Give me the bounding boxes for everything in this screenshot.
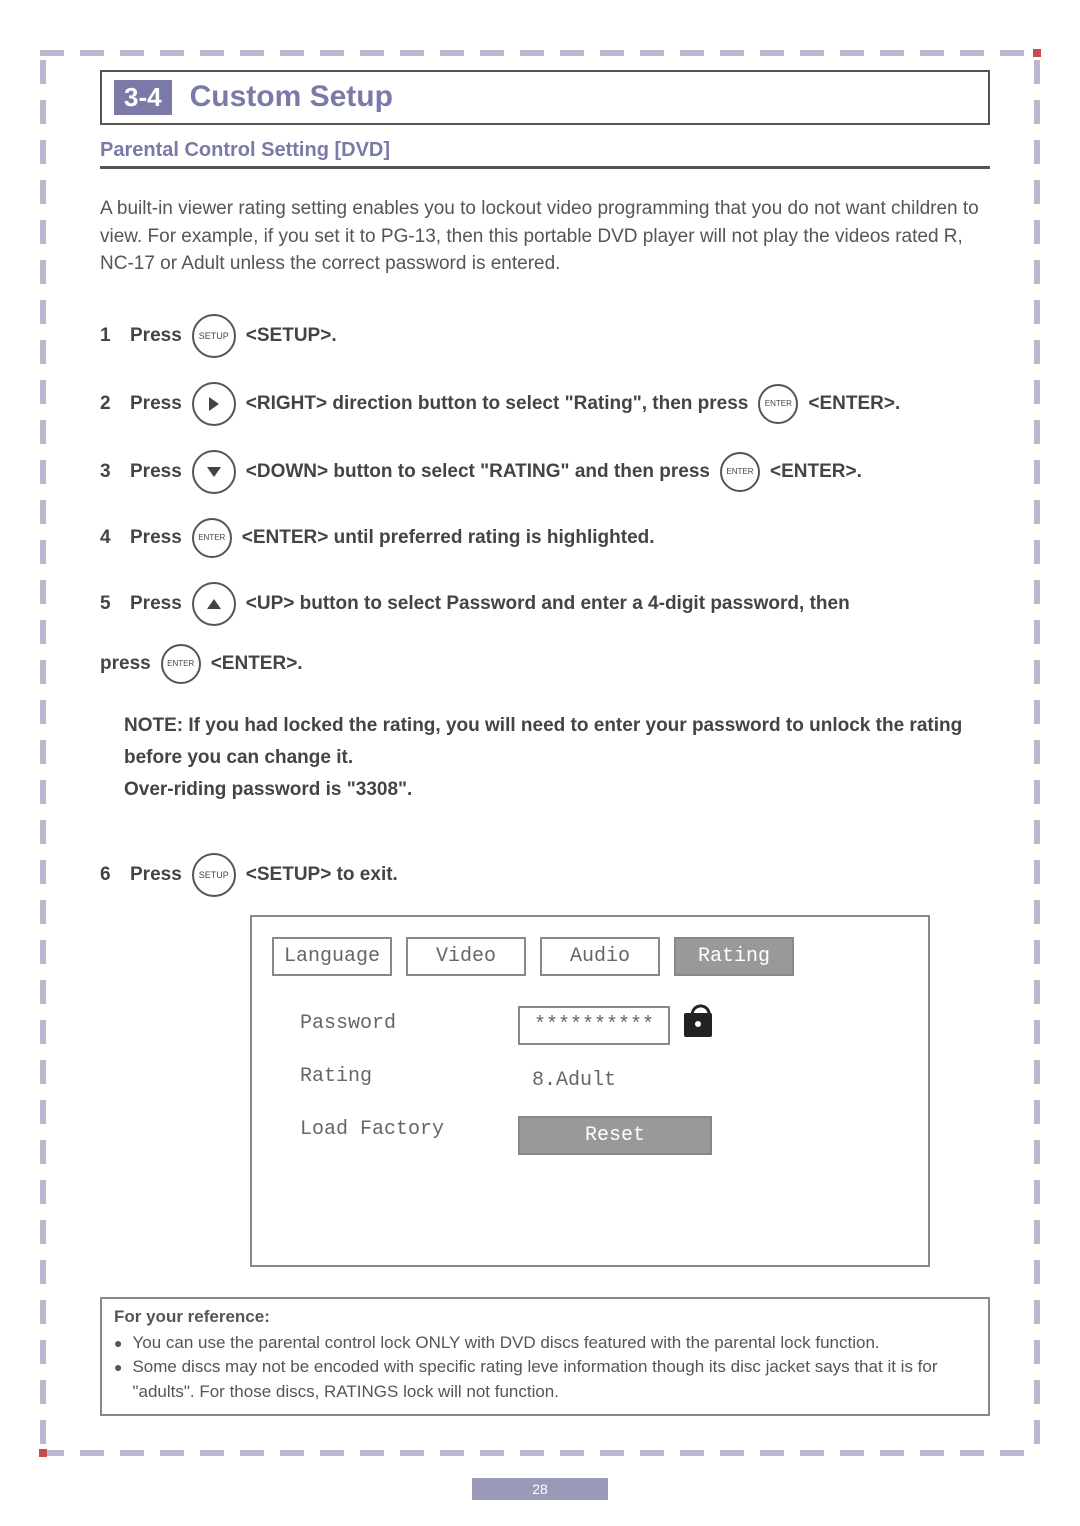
osd-item-password: Password bbox=[286, 1006, 458, 1041]
reference-item: Some discs may not be encoded with speci… bbox=[114, 1355, 976, 1404]
osd-left-column: Password Rating Load Factory bbox=[286, 1006, 458, 1155]
setup-key-icon: SETUP bbox=[192, 314, 236, 358]
step-press-label: Press bbox=[130, 393, 182, 415]
step-4: 4 Press ENTER <ENTER> until preferred ra… bbox=[100, 518, 990, 558]
step-number: 1 bbox=[100, 325, 120, 347]
steps-list: 1 Press SETUP <SETUP>. 2 Press <RIGHT> d… bbox=[100, 314, 990, 684]
section-title: Custom Setup bbox=[190, 80, 393, 114]
step-press-label: Press bbox=[130, 593, 182, 615]
osd-reset-value: Reset bbox=[518, 1116, 712, 1155]
enter-key-icon: ENTER bbox=[161, 644, 201, 684]
step-press-label: Press bbox=[130, 527, 182, 549]
osd-right-column: ********** 8.Adult Reset bbox=[518, 1006, 712, 1155]
step-text: <ENTER>. bbox=[770, 461, 862, 483]
osd-tab-video: Video bbox=[406, 937, 526, 976]
step-1: 1 Press SETUP <SETUP>. bbox=[100, 314, 990, 358]
step-2: 2 Press <RIGHT> direction button to sele… bbox=[100, 382, 990, 426]
step-5: 5 Press <UP> button to select Password a… bbox=[100, 582, 990, 684]
step-text: <SETUP>. bbox=[246, 325, 337, 347]
osd-tabs: Language Video Audio Rating bbox=[272, 937, 908, 976]
step-text: <UP> button to select Password and enter… bbox=[246, 593, 850, 615]
enter-key-icon: ENTER bbox=[720, 452, 760, 492]
enter-key-icon: ENTER bbox=[758, 384, 798, 424]
reference-item: You can use the parental control lock ON… bbox=[114, 1331, 976, 1356]
subtitle-text: Parental Control Setting [DVD] bbox=[100, 139, 390, 161]
step-text: <DOWN> button to select "RATING" and the… bbox=[246, 461, 710, 483]
step-press-label: press bbox=[100, 653, 151, 675]
osd-tab-rating: Rating bbox=[674, 937, 794, 976]
step-number: 3 bbox=[100, 461, 120, 483]
step-number: 4 bbox=[100, 527, 120, 549]
step-text: <SETUP> to exit. bbox=[246, 864, 398, 886]
subtitle-bar: Parental Control Setting [DVD] bbox=[100, 133, 990, 169]
step-press-label: Press bbox=[130, 864, 182, 886]
step-number: 2 bbox=[100, 393, 120, 415]
step-6: 6 Press SETUP <SETUP> to exit. bbox=[100, 853, 990, 897]
step-text: <ENTER>. bbox=[211, 653, 303, 675]
step-press-label: Press bbox=[130, 461, 182, 483]
note-block: NOTE: If you had locked the rating, you … bbox=[124, 710, 990, 807]
lock-icon bbox=[684, 1013, 712, 1037]
osd-tab-language: Language bbox=[272, 937, 392, 976]
section-title-box: 3-4 Custom Setup bbox=[100, 70, 990, 125]
reference-box: For your reference: You can use the pare… bbox=[100, 1297, 990, 1417]
osd-screenshot: Language Video Audio Rating Password Rat… bbox=[250, 915, 930, 1267]
enter-key-icon: ENTER bbox=[192, 518, 232, 558]
setup-key-icon: SETUP bbox=[192, 853, 236, 897]
intro-paragraph: A built-in viewer rating setting enables… bbox=[100, 195, 990, 278]
step-number: 6 bbox=[100, 864, 120, 886]
step-text: <ENTER>. bbox=[808, 393, 900, 415]
down-arrow-key-icon bbox=[192, 450, 236, 494]
osd-rating-value: 8.Adult bbox=[518, 1063, 712, 1098]
section-number-badge: 3-4 bbox=[114, 80, 172, 115]
step-3: 3 Press <DOWN> button to select "RATING"… bbox=[100, 450, 990, 494]
step-number: 5 bbox=[100, 593, 120, 615]
osd-tab-audio: Audio bbox=[540, 937, 660, 976]
page-number: 28 bbox=[472, 1478, 608, 1500]
note-line: NOTE: If you had locked the rating, you … bbox=[124, 710, 990, 775]
osd-item-rating: Rating bbox=[286, 1059, 458, 1094]
page-footer: 28 bbox=[0, 1478, 1080, 1500]
right-arrow-key-icon bbox=[192, 382, 236, 426]
step-text: <RIGHT> direction button to select "Rati… bbox=[246, 393, 749, 415]
step-press-label: Press bbox=[130, 325, 182, 347]
osd-item-load-factory: Load Factory bbox=[286, 1112, 458, 1147]
osd-password-value: ********** bbox=[518, 1006, 670, 1045]
reference-title: For your reference: bbox=[114, 1307, 976, 1327]
up-arrow-key-icon bbox=[192, 582, 236, 626]
note-line: Over-riding password is "3308". bbox=[124, 774, 990, 806]
step-text: <ENTER> until preferred rating is highli… bbox=[242, 527, 655, 549]
